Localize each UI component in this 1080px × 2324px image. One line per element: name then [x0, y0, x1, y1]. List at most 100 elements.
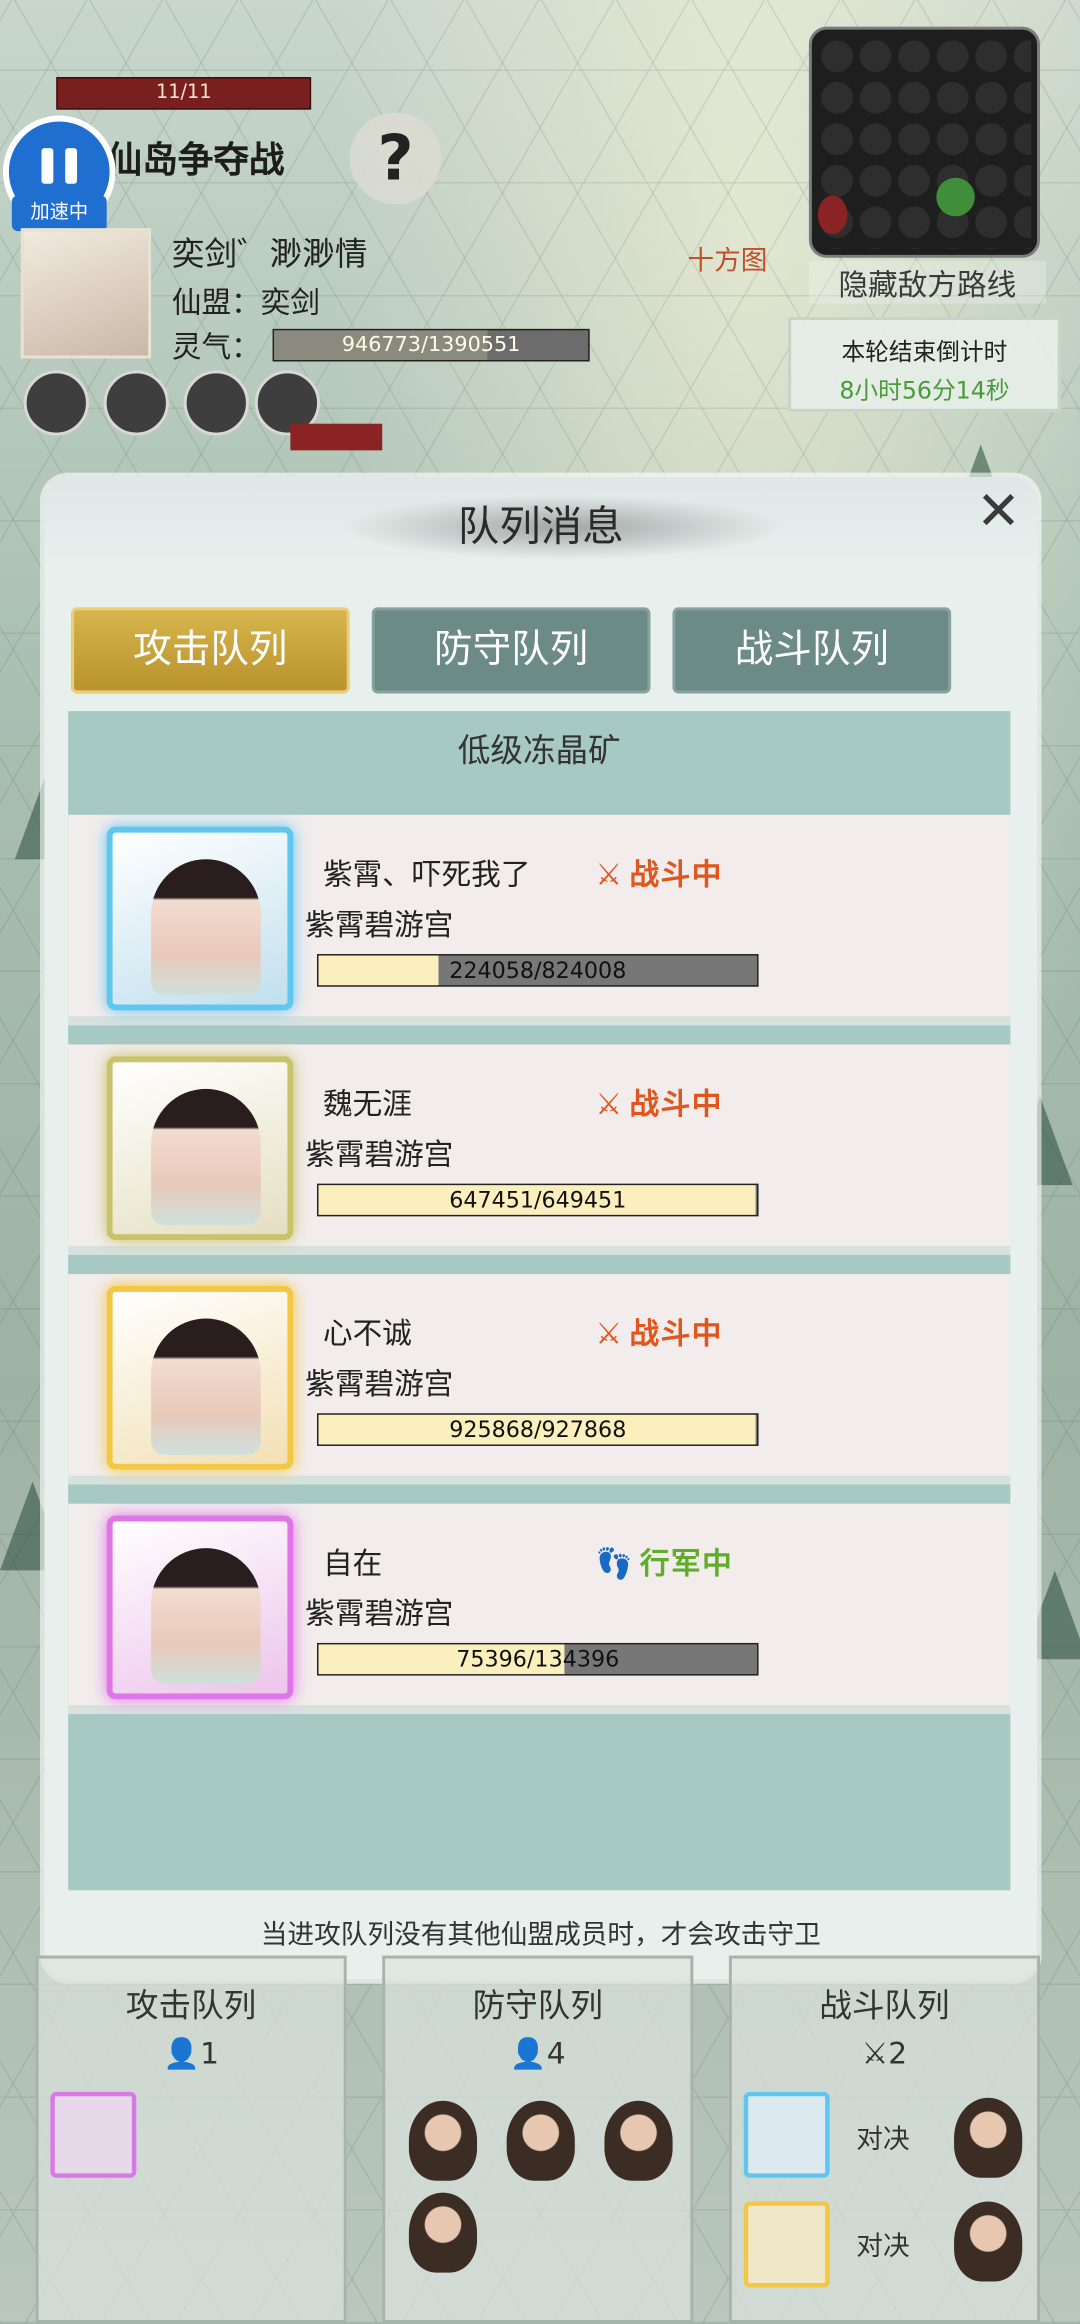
member-status: ⚔ 战斗中	[596, 1080, 723, 1123]
member-portrait[interactable]	[106, 1515, 294, 1700]
attack-count-value: 1	[200, 2035, 219, 2072]
member-face	[151, 859, 261, 996]
dialog-header: 队列消息 ✕	[44, 477, 1038, 572]
defend-count-value: 4	[546, 2035, 566, 2072]
crossed-swords-icon: ⚔	[595, 856, 624, 892]
crossed-swords-icon: ⚔	[595, 1085, 624, 1122]
crossed-swords-icon: ⚔	[861, 2035, 889, 2072]
queue-member-card[interactable]: 魏无涯 紫霄碧游宫 ⚔ 战斗中 647451/649451	[68, 1044, 1011, 1255]
member-guild: 紫霄碧游宫	[305, 1136, 454, 1172]
player-alliance: 仙盟：奕剑	[171, 284, 320, 320]
map-label: 十方图	[687, 245, 768, 278]
member-status-text: 战斗中	[629, 1085, 723, 1122]
mine-name: 低级冻晶矿	[457, 733, 621, 771]
battle-title: 仙岛争夺战	[106, 139, 285, 181]
skill-icon[interactable]	[183, 370, 249, 436]
close-icon: ✕	[976, 481, 1021, 543]
guard-portrait[interactable]	[604, 2100, 673, 2181]
member-hp-bar: 75396/134396	[317, 1642, 759, 1676]
battle-queue-box[interactable]: 战斗队列 ⚔2 对决 对决	[728, 1955, 1040, 2323]
pause-icon	[41, 148, 54, 184]
member-portrait[interactable]	[106, 826, 294, 1011]
player-name: 奕剑゛渺渺情	[171, 237, 368, 275]
member-status-text: 战斗中	[629, 856, 723, 892]
battle-count-value: 2	[888, 2035, 908, 2072]
member-face	[151, 1318, 261, 1455]
hp-bar: 11/11	[56, 77, 312, 110]
member-face	[151, 1088, 261, 1226]
member-status: ⚔ 战斗中	[596, 850, 723, 893]
member-hp-bar: 647451/649451	[317, 1183, 759, 1217]
footprint-icon: 👣	[595, 1545, 634, 1581]
member-hp-bar: 925868/927868	[317, 1413, 759, 1446]
member-portrait[interactable]	[106, 1285, 294, 1470]
member-name: 自在	[322, 1545, 383, 1581]
qi-value: 946773/1390551	[341, 333, 521, 358]
member-guild: 紫霄碧游宫	[305, 906, 454, 943]
battle-queue-count: ⚔2	[732, 2036, 1037, 2072]
person-icon: 👤	[509, 2035, 547, 2072]
close-button[interactable]: ✕	[969, 481, 1028, 543]
defend-queue-box[interactable]: 防守队列 👤4	[382, 1955, 694, 2323]
battle-member-portrait[interactable]	[743, 2091, 830, 2178]
member-name: 紫霄、吓死我了	[322, 856, 531, 892]
minimap[interactable]	[808, 26, 1040, 258]
member-name: 魏无涯	[322, 1085, 412, 1122]
attack-queue-count: 👤1	[39, 2036, 344, 2072]
timer-title: 本轮结束倒计时	[841, 337, 1008, 366]
guard-portrait[interactable]	[954, 2097, 1023, 2178]
member-face	[151, 1548, 261, 1685]
speed-status-badge[interactable]: 加速中	[11, 195, 107, 232]
member-guild: 紫霄碧游宫	[305, 1595, 454, 1632]
member-hp-value: 647451/649451	[449, 1186, 627, 1214]
duel-label: 对决	[856, 2231, 910, 2263]
queue-message-dialog: 队列消息 ✕ 攻击队列 防守队列 战斗队列 低级冻晶矿 紫霄、吓死我了 紫霄碧游…	[44, 477, 1038, 1980]
guard-portrait[interactable]	[954, 2201, 1023, 2282]
qi-label: 灵气：	[171, 328, 261, 365]
help-button[interactable]: ?	[349, 112, 442, 205]
member-status-text: 战斗中	[629, 1315, 723, 1352]
skill-icon[interactable]	[103, 370, 169, 436]
queue-footnote: 当进攻队列没有其他仙盟成员时，才会攻击守卫	[260, 1919, 821, 1952]
member-status: ⚔ 战斗中	[596, 1310, 723, 1353]
member-guild: 紫霄碧游宫	[305, 1365, 454, 1402]
member-hp-value: 224058/824008	[449, 957, 627, 984]
round-timer: 本轮结束倒计时 8小时56分14秒	[788, 317, 1061, 412]
queue-member-card[interactable]: 紫霄、吓死我了 紫霄碧游宫 ⚔ 战斗中 224058/824008	[68, 814, 1011, 1026]
hide-enemy-route-button[interactable]: 隐藏敌方路线	[808, 260, 1046, 304]
skill-icon[interactable]	[23, 370, 89, 436]
attack-queue-box[interactable]: 攻击队列 👤1	[35, 1955, 347, 2323]
tab-attack-queue[interactable]: 攻击队列	[71, 607, 350, 694]
member-status-text: 行军中	[639, 1545, 734, 1581]
queue-member-card[interactable]: 自在 紫霄碧游宫 👣 行军中 75396/134396	[68, 1503, 1011, 1715]
minimap-hex-grid	[817, 35, 1032, 249]
crossed-swords-icon: ⚔	[595, 1315, 624, 1352]
member-status: 👣 行军中	[596, 1539, 734, 1582]
defend-queue-title: 防守队列	[472, 1988, 603, 2026]
battle-member-portrait[interactable]	[743, 2201, 830, 2288]
queue-list-panel: 低级冻晶矿 紫霄、吓死我了 紫霄碧游宫 ⚔ 战斗中 224058/824008 魏…	[68, 711, 1011, 1891]
member-hp-bar: 224058/824008	[317, 954, 759, 987]
member-portrait[interactable]	[106, 1056, 294, 1240]
player-avatar[interactable]	[20, 228, 152, 359]
duel-label: 对决	[856, 2124, 910, 2156]
guard-portrait[interactable]	[506, 2100, 575, 2181]
tab-battle-queue[interactable]: 战斗队列	[672, 607, 952, 694]
minimap-enemy-marker	[817, 195, 848, 235]
timer-value: 8小时56分14秒	[839, 376, 1010, 405]
member-hp-value: 925868/927868	[449, 1416, 627, 1443]
queue-member-card[interactable]: 心不诚 紫霄碧游宫 ⚔ 战斗中 925868/927868	[68, 1274, 1011, 1485]
qi-progress-bar: 946773/1390551	[272, 328, 590, 362]
member-hp-value: 75396/134396	[456, 1645, 620, 1673]
guard-portrait[interactable]	[408, 2100, 478, 2181]
member-name: 心不诚	[322, 1315, 412, 1352]
guard-portrait[interactable]	[408, 2192, 478, 2273]
person-icon: 👤	[163, 2035, 201, 2072]
battle-queue-title: 战斗队列	[819, 1988, 950, 2026]
tab-defend-queue[interactable]: 防守队列	[371, 607, 651, 694]
defend-queue-count: 👤4	[385, 2036, 690, 2072]
minimap-player-marker	[936, 177, 975, 217]
queue-member-portrait[interactable]	[50, 2091, 137, 2178]
dialog-title: 队列消息	[457, 502, 624, 552]
enemy-hp-bar	[290, 423, 383, 451]
